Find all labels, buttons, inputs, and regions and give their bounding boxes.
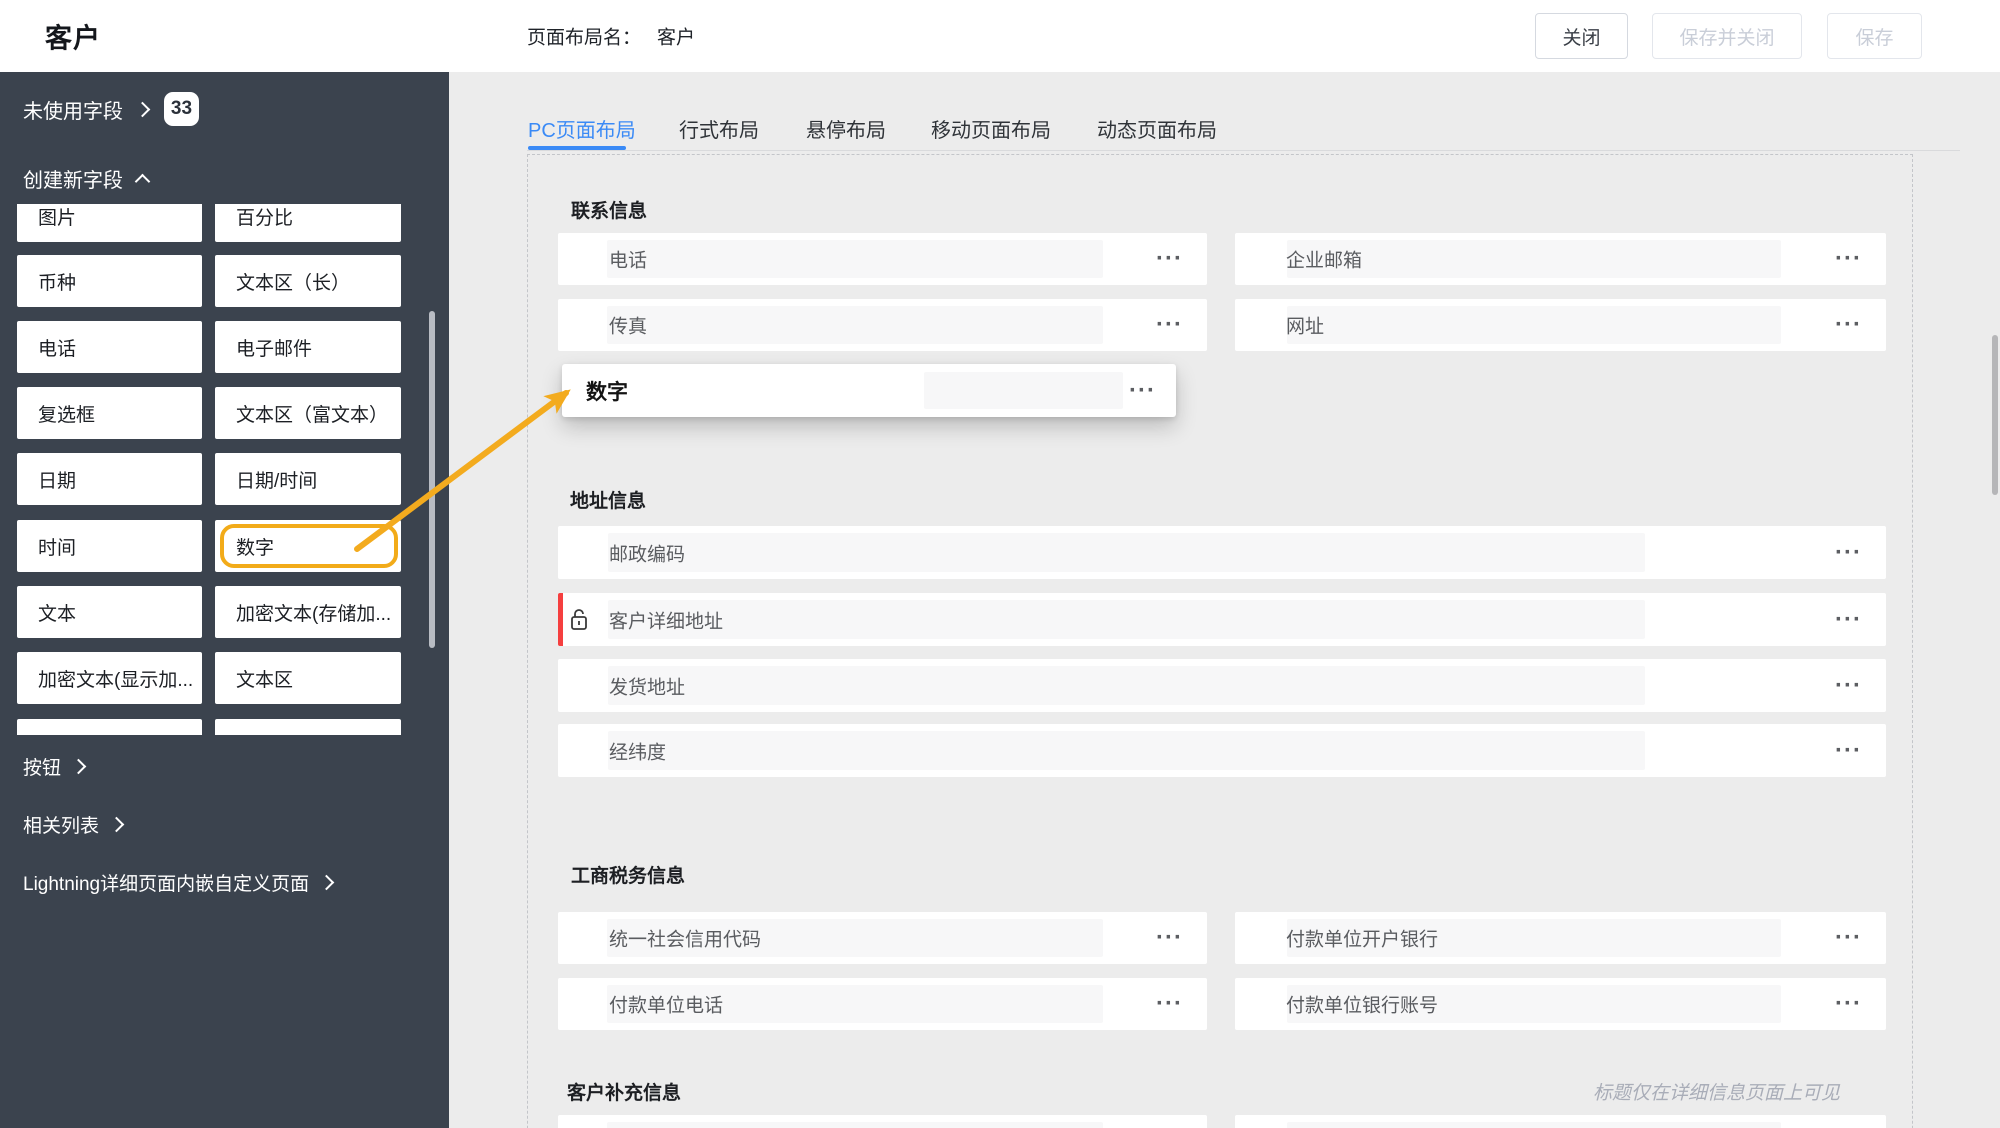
field-label: 网址 (1286, 316, 1325, 338)
tab-row-layout[interactable]: 行式布局 (679, 114, 759, 143)
layout-name-value: 客户 (657, 27, 696, 49)
more-button[interactable]: ··· (1156, 992, 1183, 1016)
field-card-payer-account[interactable]: 付款单位银行账号 ··· (1235, 978, 1886, 1030)
page-title: 客户 (45, 23, 101, 54)
tab-hover-layout[interactable]: 悬停布局 (806, 114, 886, 143)
field-card-fax[interactable]: 传真 ··· (558, 299, 1207, 351)
field-card-customer-address[interactable]: 客户详细地址 ··· (558, 593, 1886, 646)
field-card-company-email[interactable]: 企业邮箱 ··· (1235, 233, 1886, 285)
field-type-button-percent[interactable]: 百分比 (215, 204, 401, 242)
more-button[interactable]: ··· (1835, 926, 1862, 950)
field-label: 客户详细地址 (609, 611, 724, 632)
close-button[interactable]: 关闭 (1535, 13, 1628, 59)
field-type-button-image[interactable]: 图片 (17, 204, 202, 242)
field-card-phone[interactable]: 电话 ··· (558, 233, 1207, 285)
section-title-contact: 联系信息 (571, 201, 648, 222)
more-button[interactable]: ··· (1156, 926, 1183, 950)
field-type-button-encrypted-shown[interactable]: 加密文本(显示加... (17, 652, 202, 704)
window-scrollbar[interactable] (1992, 335, 1998, 495)
section-title-supplementary: 客户补充信息 (567, 1083, 682, 1104)
field-type-button[interactable] (215, 719, 401, 735)
field-type-button-encrypted-stored[interactable]: 加密文本(存储加... (215, 586, 401, 638)
field-label: 邮政编码 (609, 544, 686, 565)
required-indicator (558, 593, 563, 646)
save-and-close-button[interactable]: 保存并关闭 (1652, 13, 1802, 59)
more-button[interactable]: ··· (1835, 607, 1862, 631)
field-card-lat-lng[interactable]: 经纬度 ··· (558, 724, 1886, 777)
field-card-payer-bank[interactable]: 付款单位开户银行 ··· (1235, 912, 1886, 964)
chevron-up-icon (134, 173, 151, 190)
more-button[interactable]: ··· (1156, 313, 1183, 337)
tab-dynamic-layout[interactable]: 动态页面布局 (1097, 114, 1217, 143)
lock-icon (571, 608, 587, 630)
chevron-right-icon (70, 758, 87, 775)
layout-name-label: 页面布局名： (527, 27, 642, 49)
section-title-address: 地址信息 (570, 491, 647, 512)
field-card-shipping-address[interactable]: 发货地址 ··· (558, 659, 1886, 712)
sidebar-item-buttons[interactable]: 按钮 (23, 753, 87, 780)
field-type-button-currency[interactable]: 币种 (17, 255, 202, 307)
section-note: 标题仅在详细信息页面上可见 (1592, 1083, 1840, 1104)
chevron-right-icon (134, 101, 151, 117)
field-type-button-date[interactable]: 日期 (17, 453, 202, 505)
unused-fields-count-badge: 33 (164, 92, 199, 126)
section-title-tax: 工商税务信息 (571, 866, 686, 887)
tab-pc-layout[interactable]: PC页面布局 (528, 114, 636, 143)
field-type-button-datetime[interactable]: 日期/时间 (215, 453, 401, 505)
sidebar-scrollbar[interactable] (429, 311, 435, 648)
field-label: 付款单位银行账号 (1286, 995, 1439, 1017)
field-label: 付款单位开户银行 (1286, 929, 1439, 951)
page-layout-editor: 客户 页面布局名： 客户 关闭 保存并关闭 保存 未使用字段 33 创建新字段 … (0, 0, 2000, 1128)
field-card-payer-phone[interactable]: 付款单位电话 ··· (558, 978, 1207, 1030)
active-tab-underline (528, 146, 626, 150)
more-button[interactable]: ··· (1129, 378, 1156, 402)
field-card-dragging-number[interactable]: 数字 ··· (562, 364, 1176, 417)
more-button[interactable]: ··· (1835, 992, 1862, 1016)
sidebar-item-related-lists[interactable]: 相关列表 (23, 811, 125, 838)
more-button[interactable]: ··· (1835, 673, 1862, 697)
field-type-button-textarea[interactable]: 文本区 (215, 652, 401, 704)
more-button[interactable]: ··· (1835, 540, 1862, 564)
tab-mobile-layout[interactable]: 移动页面布局 (931, 114, 1051, 143)
field-label: 传真 (609, 316, 648, 338)
field-card-website[interactable]: 网址 ··· (1235, 299, 1886, 351)
header: 客户 页面布局名： 客户 关闭 保存并关闭 保存 (0, 0, 2000, 72)
sidebar: 未使用字段 33 创建新字段 图片 百分比 币种 文本区（长） 电话 电子邮件 … (0, 72, 449, 1128)
field-card[interactable] (1235, 1115, 1886, 1128)
field-type-list: 图片 百分比 币种 文本区（长） 电话 电子邮件 复选框 文本区（富文本） 日期… (0, 204, 449, 735)
chevron-right-icon (318, 874, 335, 891)
field-type-button-richtext[interactable]: 文本区（富文本） (215, 387, 401, 439)
field-type-button[interactable] (17, 719, 202, 735)
field-label: 付款单位电话 (609, 995, 724, 1017)
create-field-label: 创建新字段 (23, 170, 123, 192)
more-button[interactable]: ··· (1835, 247, 1862, 271)
layout-name: 页面布局名： 客户 (527, 23, 695, 50)
field-label: 数字 (586, 380, 628, 404)
field-card[interactable] (558, 1115, 1207, 1128)
sidebar-item-lightning-custom-page[interactable]: Lightning详细页面内嵌自定义页面 (23, 869, 335, 896)
chevron-right-icon (108, 816, 125, 833)
create-field-toggle[interactable]: 创建新字段 (23, 164, 151, 193)
field-label: 企业邮箱 (1286, 250, 1363, 272)
field-card-postal-code[interactable]: 邮政编码 ··· (558, 526, 1886, 579)
field-label: 经纬度 (609, 742, 667, 763)
field-type-button-email[interactable]: 电子邮件 (215, 321, 401, 373)
field-type-button-text[interactable]: 文本 (17, 586, 202, 638)
field-type-button-checkbox[interactable]: 复选框 (17, 387, 202, 439)
unused-fields-toggle[interactable]: 未使用字段 33 (23, 92, 199, 126)
field-type-button-textarea-long[interactable]: 文本区（长） (215, 255, 401, 307)
unused-fields-label: 未使用字段 (23, 100, 123, 123)
field-card-credit-code[interactable]: 统一社会信用代码 ··· (558, 912, 1207, 964)
save-button[interactable]: 保存 (1827, 13, 1922, 59)
field-label: 电话 (609, 250, 648, 272)
more-button[interactable]: ··· (1835, 738, 1862, 762)
drag-source-highlight (220, 524, 398, 568)
field-label: 发货地址 (609, 677, 686, 698)
field-type-button-phone[interactable]: 电话 (17, 321, 202, 373)
tabs-divider (527, 150, 1960, 151)
more-button[interactable]: ··· (1835, 313, 1862, 337)
more-button[interactable]: ··· (1156, 247, 1183, 271)
field-label: 统一社会信用代码 (609, 929, 762, 951)
field-type-button-time[interactable]: 时间 (17, 520, 202, 572)
